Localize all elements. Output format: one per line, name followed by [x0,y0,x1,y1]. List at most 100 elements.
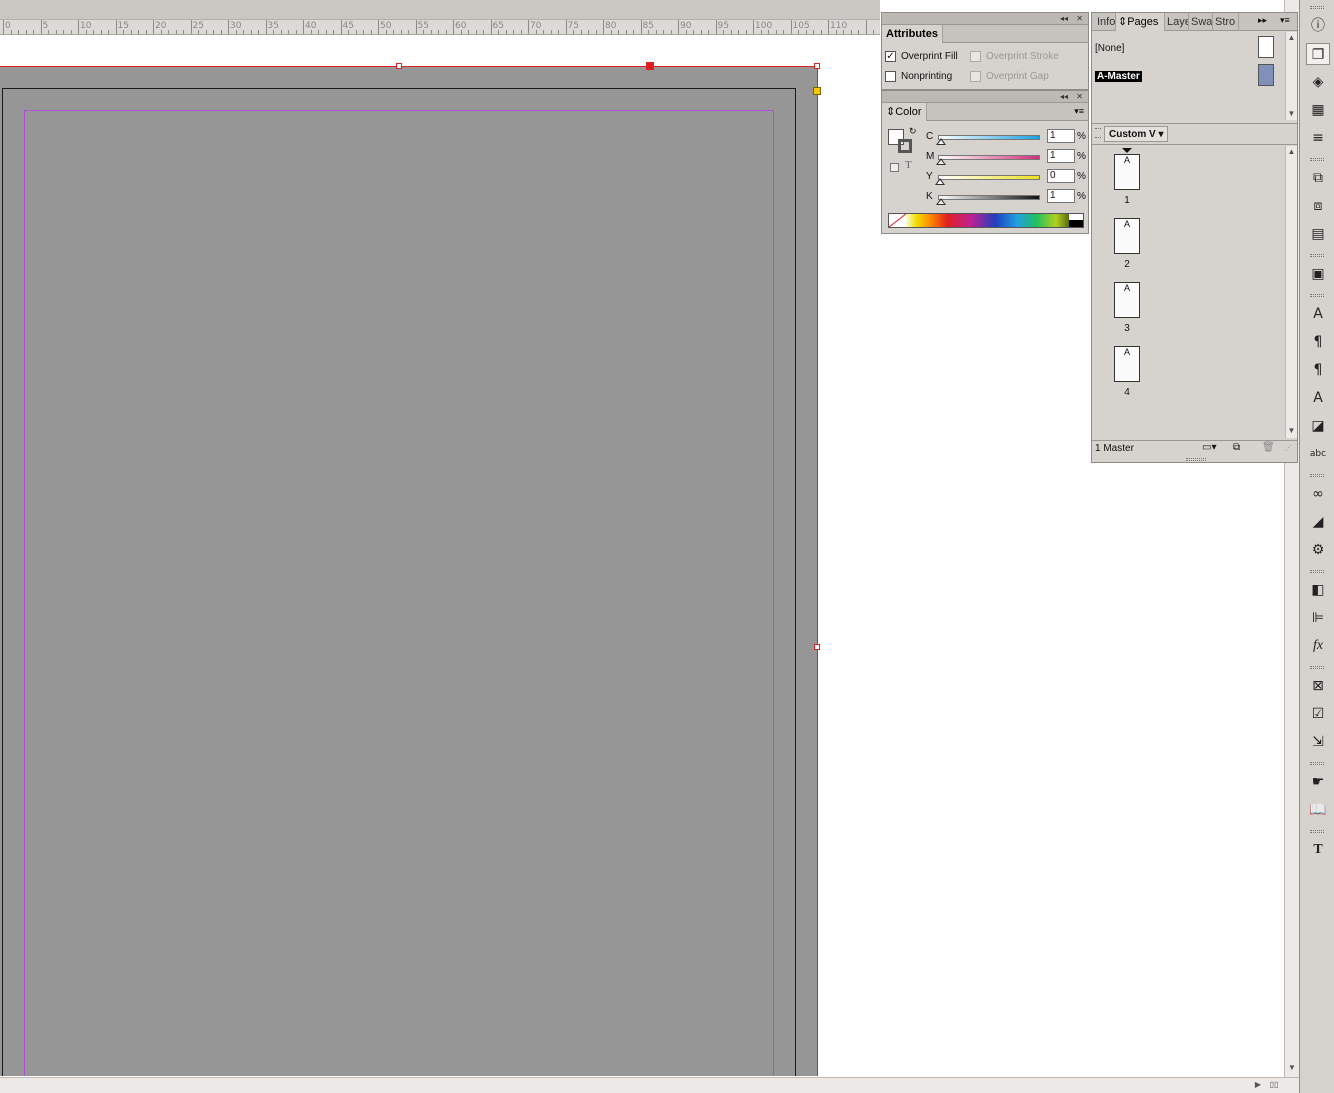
stroke-swatch[interactable] [898,139,912,153]
type-icon[interactable]: T [1306,839,1330,861]
panel-menu-icon[interactable]: ▾≡ [1074,106,1084,117]
overprint-gap-checkbox[interactable] [970,71,981,82]
master-a-label[interactable]: A-Master [1095,71,1142,82]
color-spectrum[interactable] [888,213,1084,228]
channel-slider-m[interactable] [938,155,1040,160]
scroll-down-icon[interactable]: ▼ [1286,425,1297,437]
channel-value-k[interactable]: 1 [1047,189,1075,203]
toolbar-group-grip[interactable] [1310,254,1324,257]
channel-slider-y[interactable] [938,175,1040,180]
tab-pages[interactable]: ⇕Pages [1116,13,1165,31]
buttons-icon[interactable]: ☛ [1306,771,1330,793]
close-icon[interactable]: ✕ [1076,91,1083,102]
frame-corner-handle[interactable] [813,87,821,95]
slider-thumb-icon[interactable] [935,178,945,185]
nonprinting-checkbox[interactable] [885,71,896,82]
black-swatch[interactable] [1069,220,1083,227]
channel-slider-c[interactable] [938,135,1040,140]
toolbar-group-grip[interactable] [1310,158,1324,161]
text-wrap-icon[interactable]: ◪ [1306,415,1330,437]
horizontal-ruler[interactable]: 0 5 10 15 20 25 30 35 40 45 50 55 60 65 70 75 80 85 90 95 10… [0,0,880,35]
toolbar-group-grip[interactable] [1310,570,1324,573]
slider-thumb-icon[interactable] [936,138,946,145]
color-panel-tab[interactable]: ⇕Color [882,103,927,121]
scroll-up-icon[interactable]: ▲ [1286,146,1297,158]
scroll-down-icon[interactable]: ▼ [1286,1062,1298,1074]
character-icon[interactable]: A [1306,303,1330,325]
layers-icon[interactable]: ◈ [1306,71,1330,93]
close-icon[interactable]: ✕ [1076,13,1083,24]
selection-handle-right-middle[interactable] [814,644,820,650]
edit-page-size-icon[interactable]: ▭▾ [1202,442,1216,453]
object-styles-icon[interactable]: ▣ [1306,263,1330,285]
links-icon[interactable]: ⧉ [1306,167,1330,189]
swap-fill-stroke-icon[interactable]: ↻ [909,126,917,137]
swatches-grid-icon[interactable]: ▦ [1306,99,1330,121]
pages-scrollbar[interactable]: ▲ ▼ [1285,146,1297,438]
pathfinder-icon[interactable]: ◧ [1306,579,1330,601]
slider-thumb-icon[interactable] [936,198,946,205]
hyperlinks-icon[interactable]: ∞ [1306,483,1330,505]
channel-value-y[interactable]: 0 [1047,169,1075,183]
page-thumbnail[interactable]: A [1114,282,1140,318]
character-styles-icon[interactable]: A [1306,387,1330,409]
page-thumbnail[interactable]: A [1114,218,1140,254]
stroke-icon[interactable]: ≡ [1306,127,1330,149]
interactive-settings-icon[interactable]: ⚙ [1306,539,1330,561]
scroll-down-icon[interactable]: ▼ [1286,108,1297,120]
master-none-label[interactable]: [None] [1095,43,1124,54]
attributes-panel-title[interactable]: Attributes [882,25,943,43]
masters-scrollbar[interactable]: ▲ ▼ [1285,32,1297,120]
page-frames-icon[interactable]: ⧈ [1306,195,1330,217]
delete-page-icon[interactable]: 🗑 [1262,442,1275,453]
more-tabs-icon[interactable]: ▸▸ [1258,15,1267,26]
toolbar-group-grip[interactable] [1310,666,1324,669]
channel-slider-k[interactable] [938,195,1040,200]
channel-value-m[interactable]: 1 [1047,149,1075,163]
paragraph-styles-icon[interactable]: ¶ [1306,359,1330,381]
view-menu-dropdown[interactable]: Custom V ▾ [1104,126,1169,142]
resize-grip-icon[interactable]: ⋰ [1285,444,1295,454]
new-page-icon[interactable]: ⧉ [1233,442,1240,453]
master-none-thumbnail[interactable] [1258,36,1274,58]
panel-resize-handle[interactable] [1186,458,1206,461]
master-a-thumbnail[interactable] [1258,64,1274,86]
info-icon[interactable]: ⓘ [1306,15,1330,37]
tab-stroke[interactable]: Stro [1213,13,1239,31]
tab-layers[interactable]: Laye [1165,13,1189,31]
channel-value-c[interactable]: 1 [1047,129,1075,143]
align-icon[interactable]: ⊫ [1306,607,1330,629]
tab-swatches[interactable]: Swa [1189,13,1213,31]
toolbar-group-grip[interactable] [1310,830,1324,833]
export-icon[interactable]: ⇲ [1306,731,1330,753]
selection-handle-top-right[interactable] [814,63,820,69]
scroll-up-icon[interactable]: ▲ [1286,32,1297,44]
table-icon[interactable]: ▤ [1306,223,1330,245]
gradient-icon[interactable]: ◢ [1306,511,1330,533]
toolbar-group-grip[interactable] [1310,762,1324,765]
collapse-icon[interactable]: ◂◂ [1060,91,1068,102]
page-thumbnail[interactable]: A [1114,154,1140,190]
anchor-handle[interactable] [646,62,654,70]
toolbar-group-grip[interactable] [1310,474,1324,477]
slider-thumb-icon[interactable] [936,158,946,165]
tab-info[interactable]: Info [1095,13,1116,31]
effects-icon[interactable]: fx [1306,635,1330,657]
page-thumbnail[interactable]: A [1114,346,1140,382]
horizontal-scrollbar[interactable]: ▶ ▯▯ [0,1077,1299,1093]
drag-grip-icon[interactable] [1095,128,1101,138]
preflight-icon[interactable]: ⊠ [1306,675,1330,697]
split-view-icon[interactable]: ▯▯ [1266,1079,1282,1091]
formatting-container-icon[interactable] [890,163,899,172]
pages-icon[interactable]: ❐ [1306,43,1330,65]
scroll-right-icon[interactable]: ▶ [1252,1079,1264,1091]
panel-menu-icon[interactable]: ▾≡ [1280,15,1290,26]
none-color-icon[interactable] [889,214,906,227]
spell-check-icon[interactable]: abc [1306,443,1330,465]
toolbar-group-grip[interactable] [1310,6,1324,9]
checkbox-icon[interactable]: ☑ [1306,703,1330,725]
paragraph-icon[interactable]: ¶ [1306,331,1330,353]
toolbar-group-grip[interactable] [1310,294,1324,297]
overprint-stroke-checkbox[interactable] [970,51,981,62]
selection-handle-top-center[interactable] [396,63,402,69]
